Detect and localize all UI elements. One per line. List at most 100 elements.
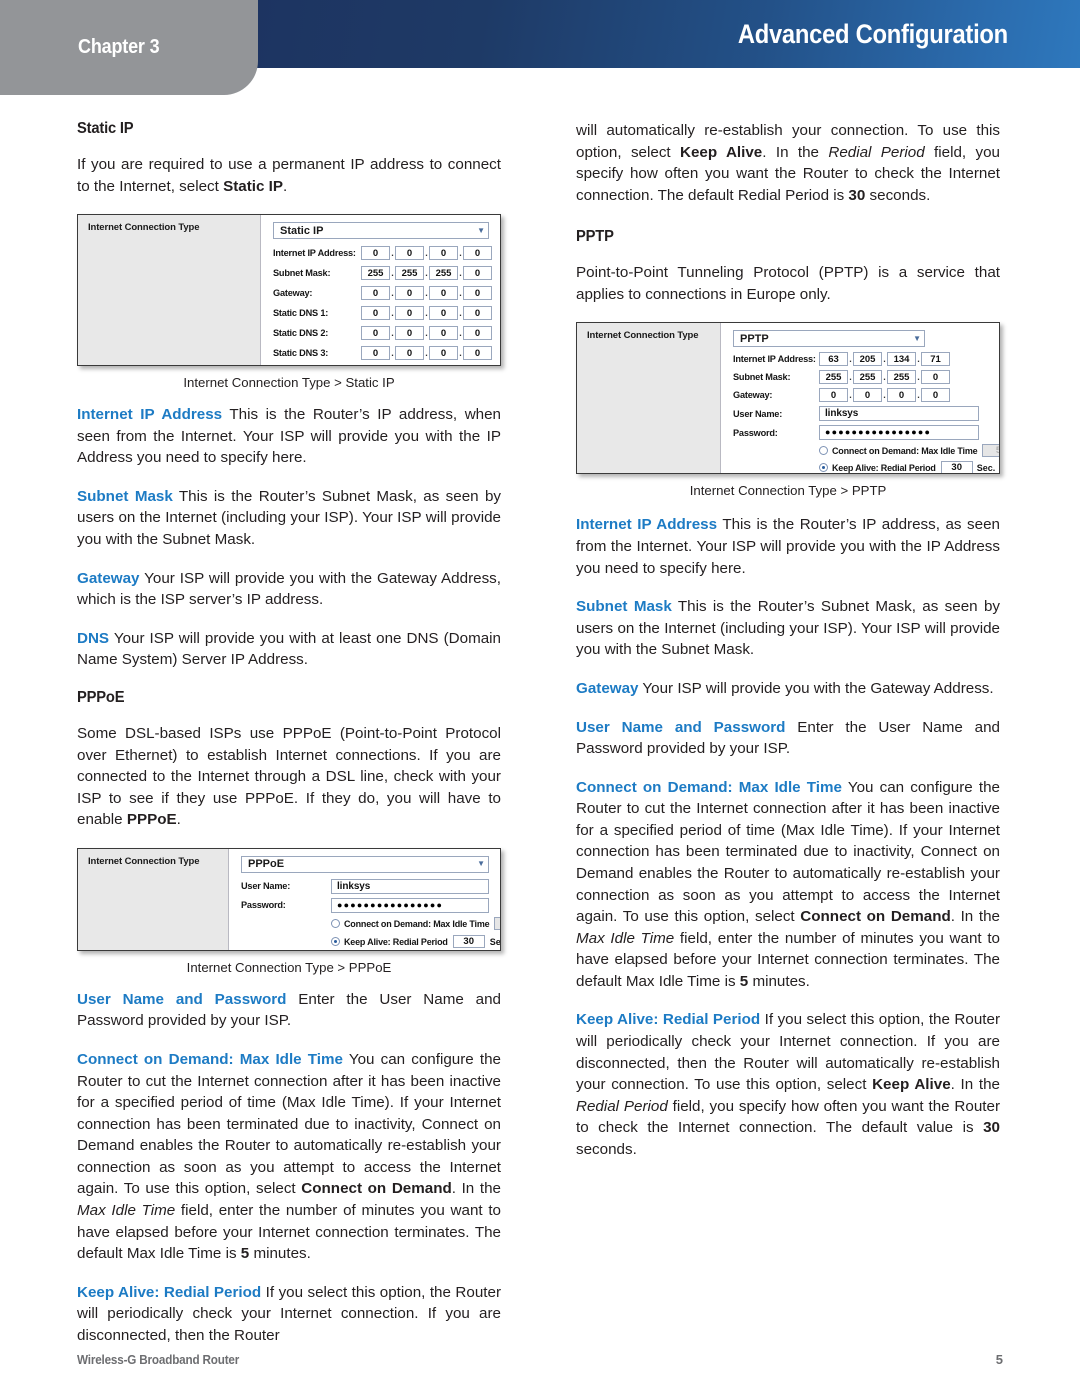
octet-input[interactable]: 255 [887, 370, 916, 385]
octet-input[interactable]: 0 [429, 306, 458, 321]
radio-keep-alive[interactable] [819, 463, 828, 473]
octet-input[interactable]: 71 [921, 352, 950, 367]
chapter-tab: Chapter 3 [0, 0, 258, 95]
octet-input[interactable]: 0 [429, 246, 458, 261]
octet-input[interactable]: 0 [921, 370, 950, 385]
octet-group: 255. 255. 255. 0 [361, 266, 492, 281]
text-run: Your ISP will provide you with at least … [77, 629, 501, 669]
redial-period-input[interactable]: 30 [940, 461, 973, 474]
paragraph-static-ip-intro: If you are required to use a permanent I… [77, 154, 501, 197]
text-run: If you are required to use a permanent I… [77, 156, 501, 195]
radio-connect-on-demand[interactable] [331, 919, 340, 929]
octet-input[interactable]: 255 [819, 370, 848, 385]
octet-input[interactable]: 0 [361, 346, 390, 361]
octet-input[interactable]: 0 [887, 388, 916, 403]
screenshot-panel-title-area: Internet Connection Type [577, 323, 721, 474]
octet-input[interactable]: 0 [463, 346, 492, 361]
field-label-password: Password: [241, 900, 286, 911]
footer-page-number: 5 [995, 1352, 1003, 1367]
text-bold: Connect on Demand [301, 1180, 452, 1198]
radio-connect-on-demand[interactable] [819, 446, 828, 456]
octet-input[interactable]: 0 [463, 306, 492, 321]
term-label: User Name and Password [576, 718, 786, 736]
field-label-password: Password: [733, 427, 778, 438]
octet-input[interactable]: 255 [395, 266, 424, 281]
field-user-name: User Name: linksys [733, 405, 999, 422]
octet-input[interactable]: 0 [463, 326, 492, 341]
screenshot-fields-area: PPTP ▼ Internet IP Address: 63. 205. 134. 7… [721, 323, 999, 474]
octet-input[interactable]: 0 [429, 346, 458, 361]
octet-group: 0.0.0.0 [361, 246, 492, 261]
user-name-input[interactable]: linksys [331, 878, 489, 894]
redial-period-input[interactable]: 30 [452, 935, 485, 949]
screenshot-panel-title-area: Internet Connection Type [78, 848, 229, 950]
password-input[interactable]: ●●●●●●●●●●●●●●●● [331, 897, 489, 913]
field-connection-type: PPPoE ▼ [241, 855, 500, 874]
option-connect-on-demand[interactable]: Connect on Demand: Max Idle Time 5 Min. [733, 443, 999, 458]
octet-input[interactable]: 63 [819, 352, 848, 367]
octet-input[interactable]: 0 [463, 246, 492, 261]
octet-input[interactable]: 0 [361, 326, 390, 341]
field-label: Subnet Mask: [273, 268, 331, 279]
octet-input[interactable]: 255 [429, 266, 458, 281]
octet-input[interactable]: 0 [395, 306, 424, 321]
octet-input[interactable]: 205 [853, 352, 882, 367]
screenshot-fields-area: Static IP ▼ Internet IP Address: 0.0.0.0… [261, 215, 500, 366]
octet-input[interactable]: 134 [887, 352, 916, 367]
paragraph-gateway: Gateway Your ISP will provide you with t… [77, 568, 501, 611]
octet-group: 0.0.0.0 [819, 388, 950, 403]
octet-input[interactable]: 0 [463, 266, 492, 281]
octet-input[interactable]: 0 [395, 286, 424, 301]
connection-type-value: PPPoE [248, 858, 285, 871]
octet-input[interactable]: 0 [361, 286, 390, 301]
option-connect-on-demand[interactable]: Connect on Demand: Max Idle Time 5 Min. [241, 916, 500, 932]
text-bold: Keep Alive [680, 143, 763, 161]
term-label: Internet IP Address [77, 406, 223, 424]
connection-type-select[interactable]: PPPoE ▼ [241, 855, 489, 873]
field-label-user-name: User Name: [241, 881, 291, 892]
octet-input[interactable]: 0 [463, 286, 492, 301]
octet-input[interactable]: 0 [361, 246, 390, 261]
screenshot-static-ip: Internet Connection Type Static IP ▼ Int… [77, 214, 501, 367]
radio-keep-alive[interactable] [331, 937, 340, 947]
octet-input[interactable]: 0 [921, 388, 950, 403]
option-keep-alive[interactable]: Keep Alive: Redial Period 30 Sec. [733, 460, 999, 474]
screenshot-panel-title-area: Internet Connection Type [78, 215, 261, 366]
connection-type-select[interactable]: Static IP ▼ [273, 222, 489, 240]
text-bold: Connect on Demand [800, 908, 951, 926]
term-label: User Name and Password [77, 990, 287, 1008]
password-input[interactable]: ●●●●●●●●●●●●●●●● [819, 425, 979, 441]
option-keep-alive[interactable]: Keep Alive: Redial Period 30 Sec. [241, 934, 500, 950]
option-label-keep-alive: Keep Alive: Redial Period [344, 936, 448, 947]
octet-input[interactable]: 255 [853, 370, 882, 385]
connection-type-select[interactable]: PPTP ▼ [733, 330, 925, 348]
text-bold: PPPoE [126, 811, 177, 829]
octet-input[interactable]: 0 [395, 326, 424, 341]
heading-pppoe: PPPoE [77, 688, 125, 706]
octet-input[interactable]: 0 [395, 346, 424, 361]
max-idle-time-input[interactable]: 5 [494, 917, 500, 931]
max-idle-time-input[interactable]: 5 [982, 444, 999, 458]
right-column: will automatically re-establish your con… [576, 120, 1000, 1161]
text-run: seconds. [576, 1140, 637, 1158]
field-connection-type: Static IP ▼ [273, 221, 492, 240]
octet-input[interactable]: 0 [853, 388, 882, 403]
octet-input[interactable]: 0 [395, 246, 424, 261]
page-title: Advanced Configuration [737, 19, 1008, 49]
user-name-input[interactable]: linksys [819, 406, 979, 422]
octet-input[interactable]: 0 [429, 286, 458, 301]
text-bold: 5 [240, 1245, 250, 1263]
term-label: Keep Alive: Redial Period [77, 1283, 262, 1301]
octet-input[interactable]: 0 [361, 306, 390, 321]
octet-group: 0.0.0.0 [361, 306, 492, 321]
term-label: Subnet Mask [77, 487, 173, 505]
paragraph-pppoe-intro: Some DSL-based ISPs use PPPoE (Point-to-… [77, 723, 501, 831]
octet-input[interactable]: 0 [429, 326, 458, 341]
octet-input[interactable]: 0 [819, 388, 848, 403]
octet-input[interactable]: 255 [361, 266, 390, 281]
text-run: seconds. [865, 186, 931, 204]
octet-group: 63. 205. 134. 71 [819, 352, 950, 367]
term-label: Subnet Mask [576, 598, 672, 616]
figure-caption: Internet Connection Type > PPPoE [186, 959, 392, 975]
password-mask: ●●●●●●●●●●●●●●●● [337, 899, 444, 910]
